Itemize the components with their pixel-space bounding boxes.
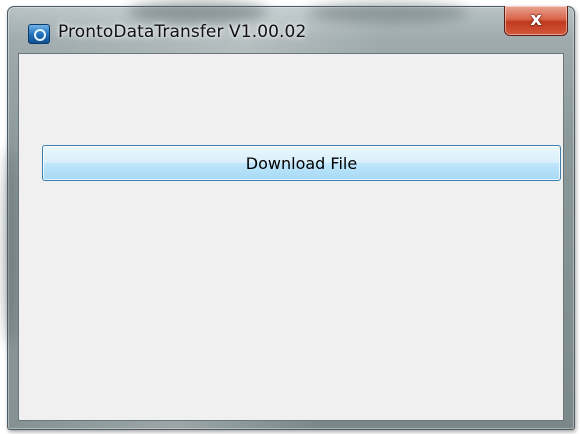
glass-reflection <box>4 147 18 347</box>
window-title: ProntoDataTransfer V1.00.02 <box>58 22 307 42</box>
client-area: Download File <box>18 53 564 421</box>
close-button[interactable]: x <box>504 6 568 36</box>
desktop: ProntoDataTransfer V1.00.02 x Download F… <box>0 0 580 434</box>
app-window: ProntoDataTransfer V1.00.02 x Download F… <box>4 1 575 430</box>
close-icon: x <box>530 9 542 30</box>
title-bar[interactable]: ProntoDataTransfer V1.00.02 x <box>8 6 574 53</box>
download-file-button[interactable]: Download File <box>42 145 561 181</box>
app-icon[interactable] <box>28 24 50 44</box>
